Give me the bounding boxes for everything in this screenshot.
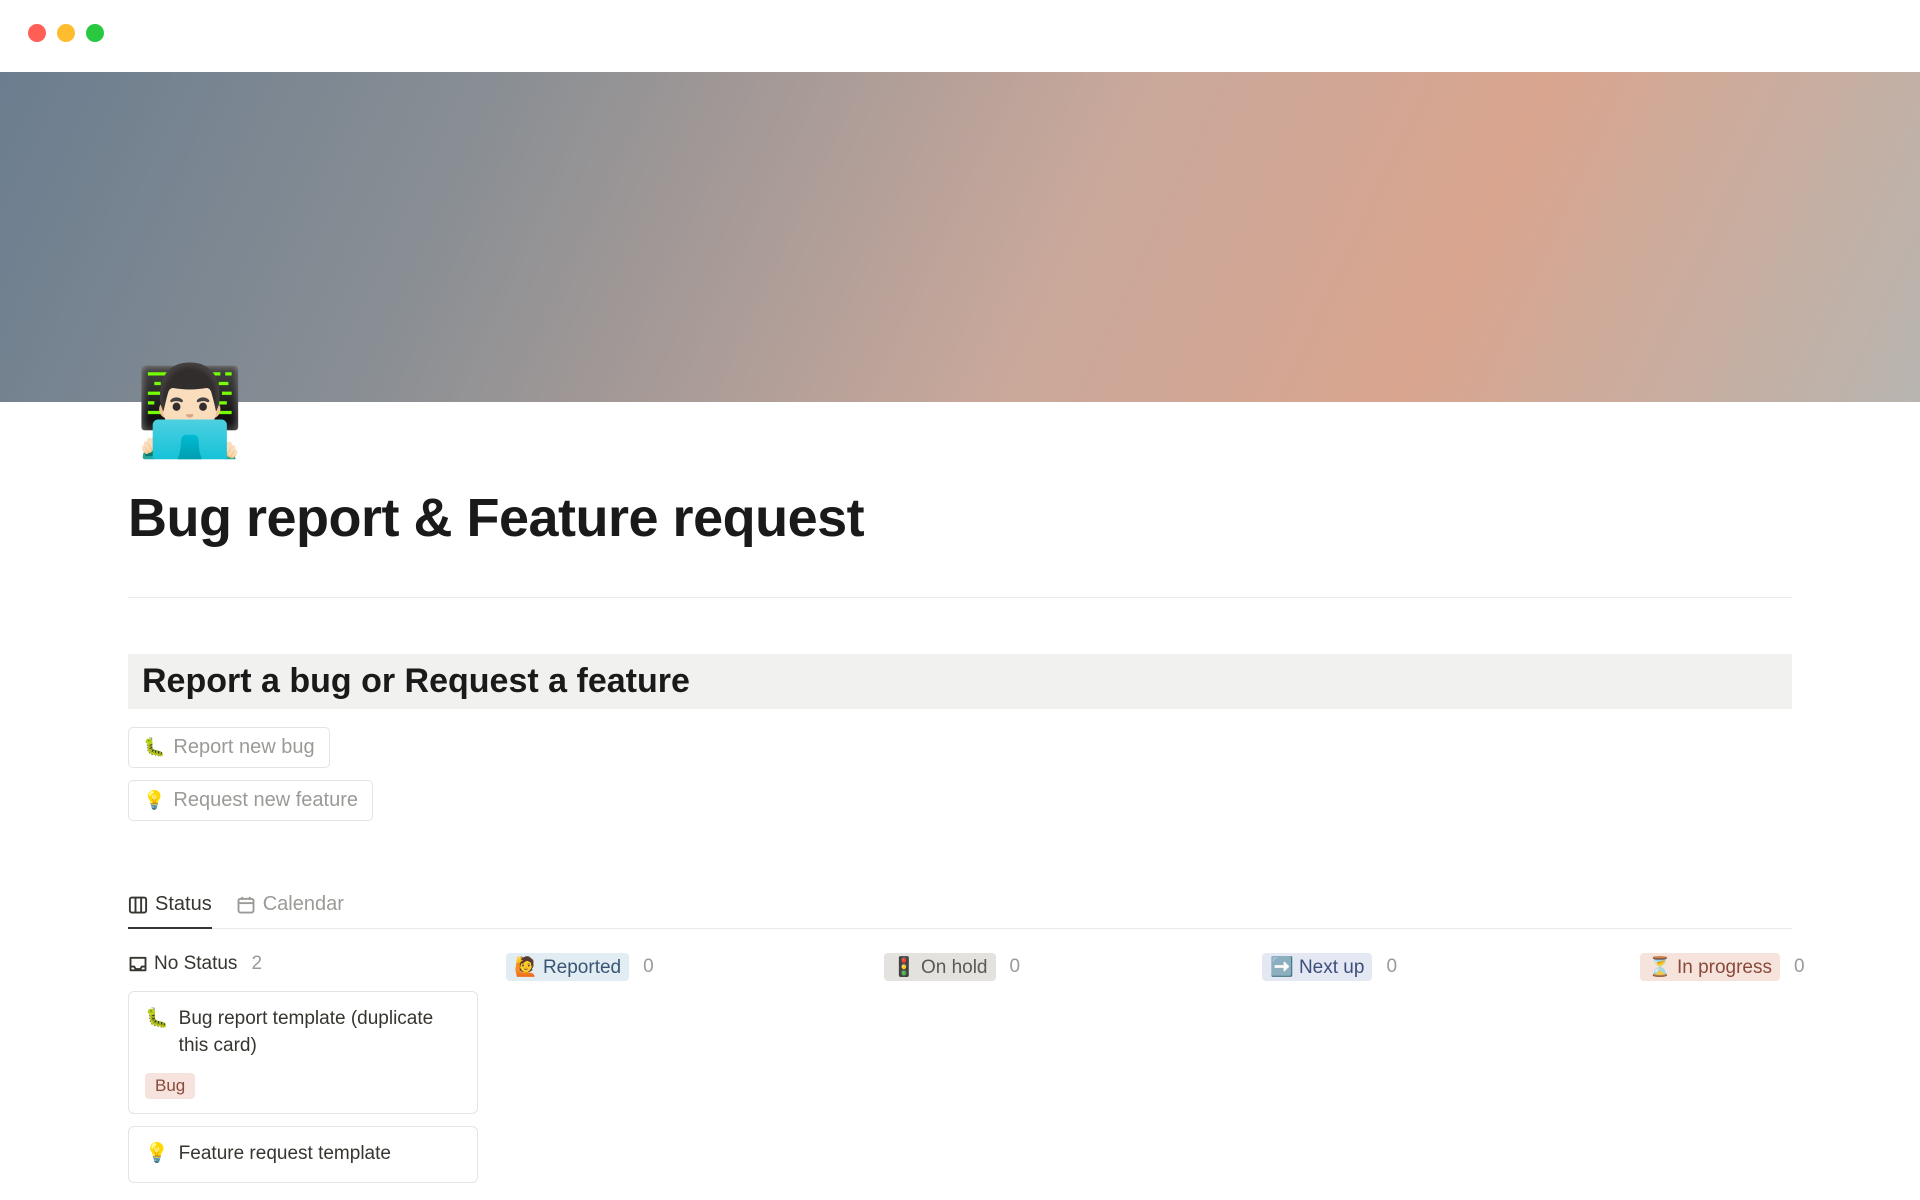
column-in-progress: ⏳ In progress 0 xyxy=(1640,953,1805,1195)
window-maximize-button[interactable] xyxy=(86,24,104,42)
column-count: 0 xyxy=(1386,956,1397,978)
window-controls xyxy=(0,0,1920,72)
request-feature-label: Request new feature xyxy=(173,789,358,812)
column-next-up: ➡️ Next up 0 xyxy=(1262,953,1612,1195)
column-label: In progress xyxy=(1677,957,1772,978)
cover-image[interactable]: 👨🏻‍💻 xyxy=(0,72,1920,402)
column-count: 0 xyxy=(1010,956,1021,978)
column-label: Reported xyxy=(543,957,621,978)
column-on-hold: 🚦 On hold 0 xyxy=(884,953,1234,1195)
bug-icon: 🐛 xyxy=(143,737,165,758)
divider xyxy=(128,597,1792,598)
hourglass-icon: ⏳ xyxy=(1648,957,1672,978)
window-close-button[interactable] xyxy=(28,24,46,42)
column-count: 0 xyxy=(643,956,654,978)
card-feature-request-template[interactable]: 💡 Feature request template xyxy=(128,1126,478,1183)
view-tabs: Status Calendar xyxy=(128,885,1792,929)
page-icon[interactable]: 👨🏻‍💻 xyxy=(135,367,230,462)
lightbulb-icon: 💡 xyxy=(145,1141,169,1168)
report-bug-label: Report new bug xyxy=(173,736,314,759)
column-reported: 🙋 Reported 0 xyxy=(506,953,856,1195)
card-title: Bug report template (duplicate this card… xyxy=(179,1006,461,1059)
section-heading: Report a bug or Request a feature xyxy=(128,654,1792,709)
column-no-status: No Status 2 🐛 Bug report template (dupli… xyxy=(128,953,478,1195)
calendar-icon xyxy=(236,895,256,915)
request-feature-button[interactable]: 💡 Request new feature xyxy=(128,780,373,821)
arrow-right-icon: ➡️ xyxy=(1270,957,1294,978)
tab-calendar-label: Calendar xyxy=(263,893,344,916)
traffic-light-icon: 🚦 xyxy=(892,957,916,978)
window-minimize-button[interactable] xyxy=(57,24,75,42)
report-bug-button[interactable]: 🐛 Report new bug xyxy=(128,727,330,768)
raising-hand-icon: 🙋 xyxy=(514,957,538,978)
board-icon xyxy=(128,895,148,915)
tab-status[interactable]: Status xyxy=(128,885,212,928)
column-count: 0 xyxy=(1794,956,1805,978)
column-label: No Status xyxy=(154,953,237,975)
inbox-icon xyxy=(128,954,148,974)
column-label: Next up xyxy=(1299,957,1364,978)
column-header[interactable]: ⏳ In progress 0 xyxy=(1640,953,1805,981)
card-tag-bug: Bug xyxy=(145,1073,195,1099)
card-title: Feature request template xyxy=(179,1141,391,1168)
column-count: 2 xyxy=(251,953,262,975)
page-title[interactable]: Bug report & Feature request xyxy=(128,487,1792,549)
lightbulb-icon: 💡 xyxy=(143,790,165,811)
column-header[interactable]: No Status 2 xyxy=(128,953,478,975)
column-header[interactable]: 🚦 On hold 0 xyxy=(884,953,1234,981)
column-label: On hold xyxy=(921,957,988,978)
column-header[interactable]: ➡️ Next up 0 xyxy=(1262,953,1612,981)
tab-calendar[interactable]: Calendar xyxy=(236,885,344,928)
card-bug-report-template[interactable]: 🐛 Bug report template (duplicate this ca… xyxy=(128,991,478,1114)
bug-icon: 🐛 xyxy=(145,1006,169,1059)
column-header[interactable]: 🙋 Reported 0 xyxy=(506,953,856,981)
tab-status-label: Status xyxy=(155,893,212,916)
board: No Status 2 🐛 Bug report template (dupli… xyxy=(128,953,1792,1195)
